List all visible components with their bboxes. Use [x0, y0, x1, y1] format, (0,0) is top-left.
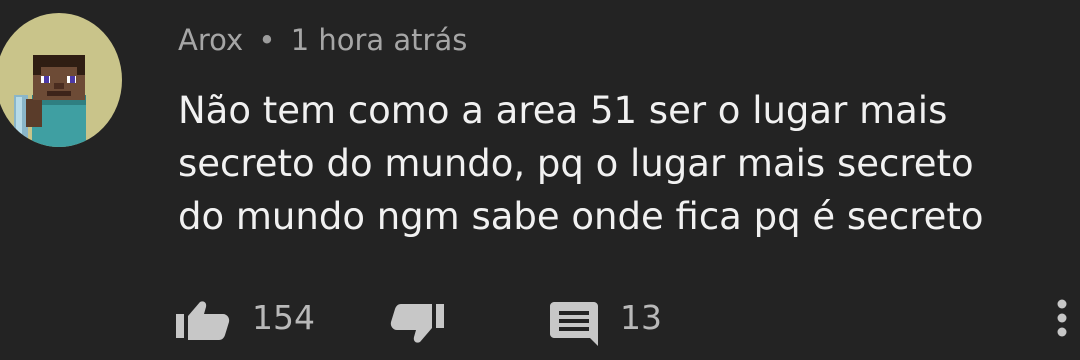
reply-count: 13	[620, 298, 662, 337]
comment-timestamp[interactable]: 1 hora atrás	[291, 23, 468, 57]
reply-comment-icon[interactable]	[550, 302, 598, 346]
comment-text: Não tem como a area 51 ser o lugar mais …	[178, 89, 984, 238]
comment-card: Arox • 1 hora atrás Não tem como a area …	[0, 0, 1080, 360]
comment-actions: 154 13	[0, 290, 1080, 346]
meta-separator: •	[258, 23, 276, 57]
minecraft-steve-avatar-icon	[14, 55, 86, 147]
like-count: 154	[252, 298, 315, 337]
thumbs-up-icon[interactable]	[176, 300, 232, 340]
comment-meta: Arox • 1 hora atrás	[178, 20, 467, 60]
thumbs-down-icon[interactable]	[388, 304, 444, 344]
avatar[interactable]	[0, 13, 122, 147]
more-vertical-icon[interactable]	[1056, 298, 1068, 338]
author-name[interactable]: Arox	[178, 23, 243, 57]
